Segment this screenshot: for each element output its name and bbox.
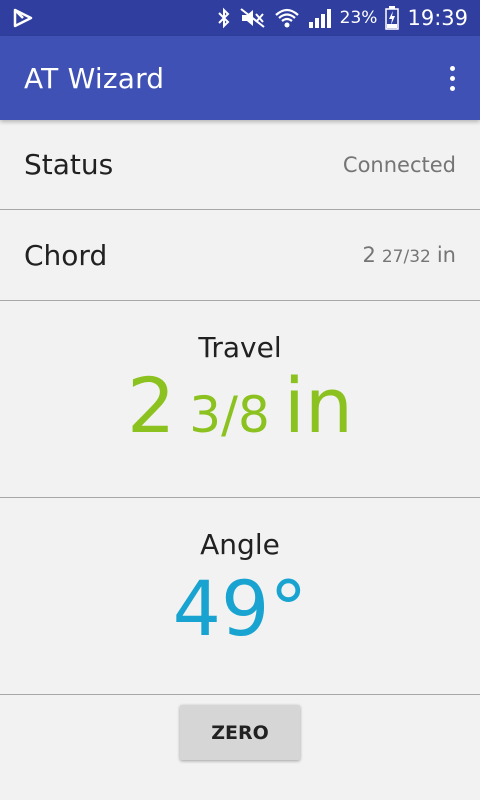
bluetooth-icon	[216, 7, 232, 29]
status-label: Status	[24, 148, 114, 181]
overflow-menu-icon[interactable]	[440, 54, 464, 102]
chord-unit: in	[436, 243, 456, 267]
app-bar: AT Wizard	[0, 36, 480, 120]
clock: 19:39	[407, 6, 468, 30]
chord-value: 2 27/32 in	[362, 243, 456, 267]
status-row: Status Connected	[0, 120, 480, 210]
chord-row: Chord 2 27/32 in	[0, 210, 480, 301]
travel-fraction: 3/8	[189, 386, 270, 444]
chord-label: Chord	[24, 238, 108, 272]
chord-fraction: 27/32	[381, 247, 431, 267]
battery-percent: 23%	[339, 8, 378, 28]
app-notification-icon	[12, 7, 34, 29]
wifi-icon	[274, 7, 300, 29]
angle-section: Angle 49°	[0, 498, 480, 695]
travel-value: 2 3/8 in	[0, 368, 480, 444]
travel-label: Travel	[198, 331, 282, 364]
app-title: AT Wizard	[24, 61, 165, 95]
status-bar: 23% 19:39	[0, 0, 480, 36]
cell-signal-icon	[308, 7, 332, 29]
angle-value: 49°	[172, 564, 308, 653]
zero-button[interactable]: ZERO	[180, 705, 300, 760]
battery-charging-icon	[385, 6, 400, 30]
status-value: Connected	[342, 152, 456, 177]
chord-whole: 2	[362, 243, 376, 267]
travel-whole: 2	[126, 361, 176, 450]
angle-label: Angle	[200, 528, 280, 561]
travel-section: Travel 2 3/8 in	[0, 301, 480, 498]
mute-icon	[240, 7, 266, 29]
travel-unit: in	[283, 361, 354, 450]
